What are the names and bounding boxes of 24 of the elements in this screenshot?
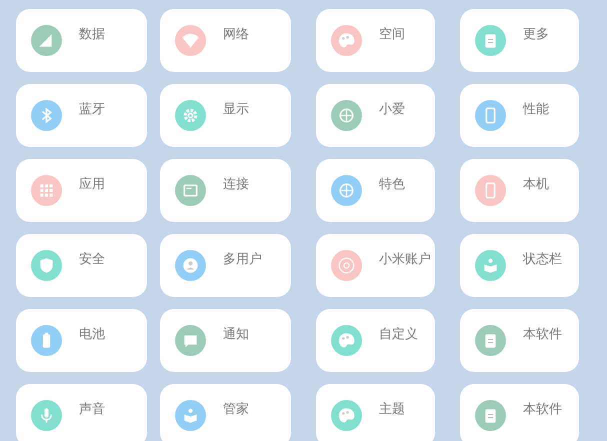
settings-tile[interactable]: 小爱: [316, 84, 435, 147]
settings-tile[interactable]: 状态栏: [460, 234, 579, 297]
settings-tile[interactable]: 声音: [16, 384, 147, 441]
settings-tile[interactable]: 自定义: [316, 309, 435, 372]
settings-tile[interactable]: 通知: [160, 309, 291, 372]
settings-tile[interactable]: 特色: [316, 159, 435, 222]
settings-tile[interactable]: 本软件: [460, 309, 579, 372]
settings-tile[interactable]: 主题: [316, 384, 435, 441]
settings-tile[interactable]: 性能: [460, 84, 579, 147]
settings-tile[interactable]: 蓝牙: [16, 84, 147, 147]
settings-tile[interactable]: 本机: [460, 159, 579, 222]
settings-tile[interactable]: 安全: [16, 234, 147, 297]
settings-tile[interactable]: 本软件: [460, 384, 579, 441]
settings-tile[interactable]: 应用: [16, 159, 147, 222]
settings-tile[interactable]: 数据: [16, 9, 147, 72]
settings-tile[interactable]: 连接: [160, 159, 291, 222]
settings-tile[interactable]: 多用户: [160, 234, 291, 297]
settings-tile[interactable]: 小米账户: [316, 234, 435, 297]
settings-tile[interactable]: 显示: [160, 84, 291, 147]
settings-tile[interactable]: 更多: [460, 9, 579, 72]
settings-tile[interactable]: 空间: [316, 9, 435, 72]
settings-tile[interactable]: 电池: [16, 309, 147, 372]
settings-tile[interactable]: 管家: [160, 384, 291, 441]
settings-tile[interactable]: 网络: [160, 9, 291, 72]
